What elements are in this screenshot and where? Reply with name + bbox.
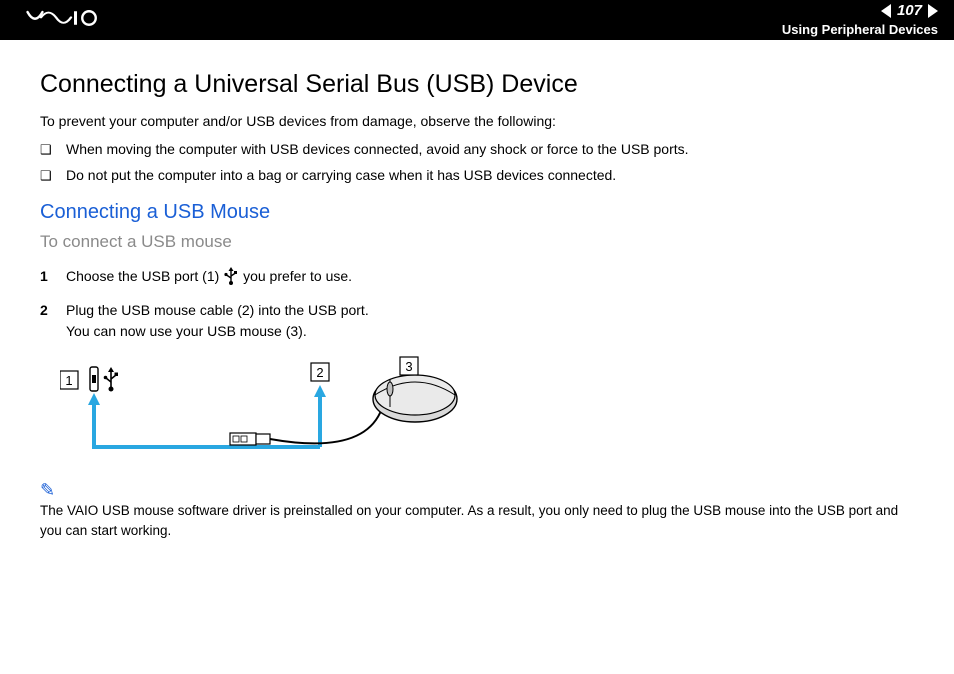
header-bar: 107 Using Peripheral Devices [0,0,954,40]
vaio-logo [16,6,126,34]
page-title: Connecting a Universal Serial Bus (USB) … [40,70,914,99]
diagram-label-1: 1 [65,373,72,388]
step-item: Choose the USB port (1) you prefer to us… [40,266,914,290]
bullet-icon: ❑ [40,168,52,184]
list-item: ❑ Do not put the computer into a bag or … [40,167,914,183]
step-item: Plug the USB mouse cable (2) into the US… [40,300,914,341]
intro-text: To prevent your computer and/or USB devi… [40,113,914,129]
steps-list: Choose the USB port (1) you prefer to us… [40,266,914,341]
page-nav: 107 [881,3,938,20]
content-area: Connecting a Universal Serial Bus (USB) … [0,40,954,560]
vaio-logo-svg [16,9,126,27]
step-text-pre: Choose the USB port (1) [66,268,223,284]
note-text: The VAIO USB mouse software driver is pr… [40,503,898,538]
page-number: 107 [897,3,922,20]
step-text-post: you prefer to use. [243,268,352,284]
list-item-text: Do not put the computer into a bag or ca… [66,167,616,183]
step-text-pre: Plug the USB mouse cable (2) into the US… [66,302,369,338]
caution-list: ❑ When moving the computer with USB devi… [40,141,914,183]
prev-page-arrow-icon[interactable] [881,4,891,18]
usb-mouse-diagram: 1 2 [60,355,490,465]
bullet-icon: ❑ [40,142,52,158]
usb-trident-icon [223,267,239,290]
sub-heading: Connecting a USB Mouse [40,201,914,224]
diagram-label-2: 2 [316,365,323,380]
next-page-arrow-icon[interactable] [928,4,938,18]
list-item-text: When moving the computer with USB device… [66,141,689,157]
note-pencil-icon: ✎ [40,477,914,503]
note-block: ✎ The VAIO USB mouse software driver is … [40,477,914,540]
task-label: To connect a USB mouse [40,232,914,252]
list-item: ❑ When moving the computer with USB devi… [40,141,914,157]
header-right: 107 Using Peripheral Devices [782,3,938,38]
section-name: Using Peripheral Devices [782,23,938,37]
diagram-label-3: 3 [405,359,412,374]
